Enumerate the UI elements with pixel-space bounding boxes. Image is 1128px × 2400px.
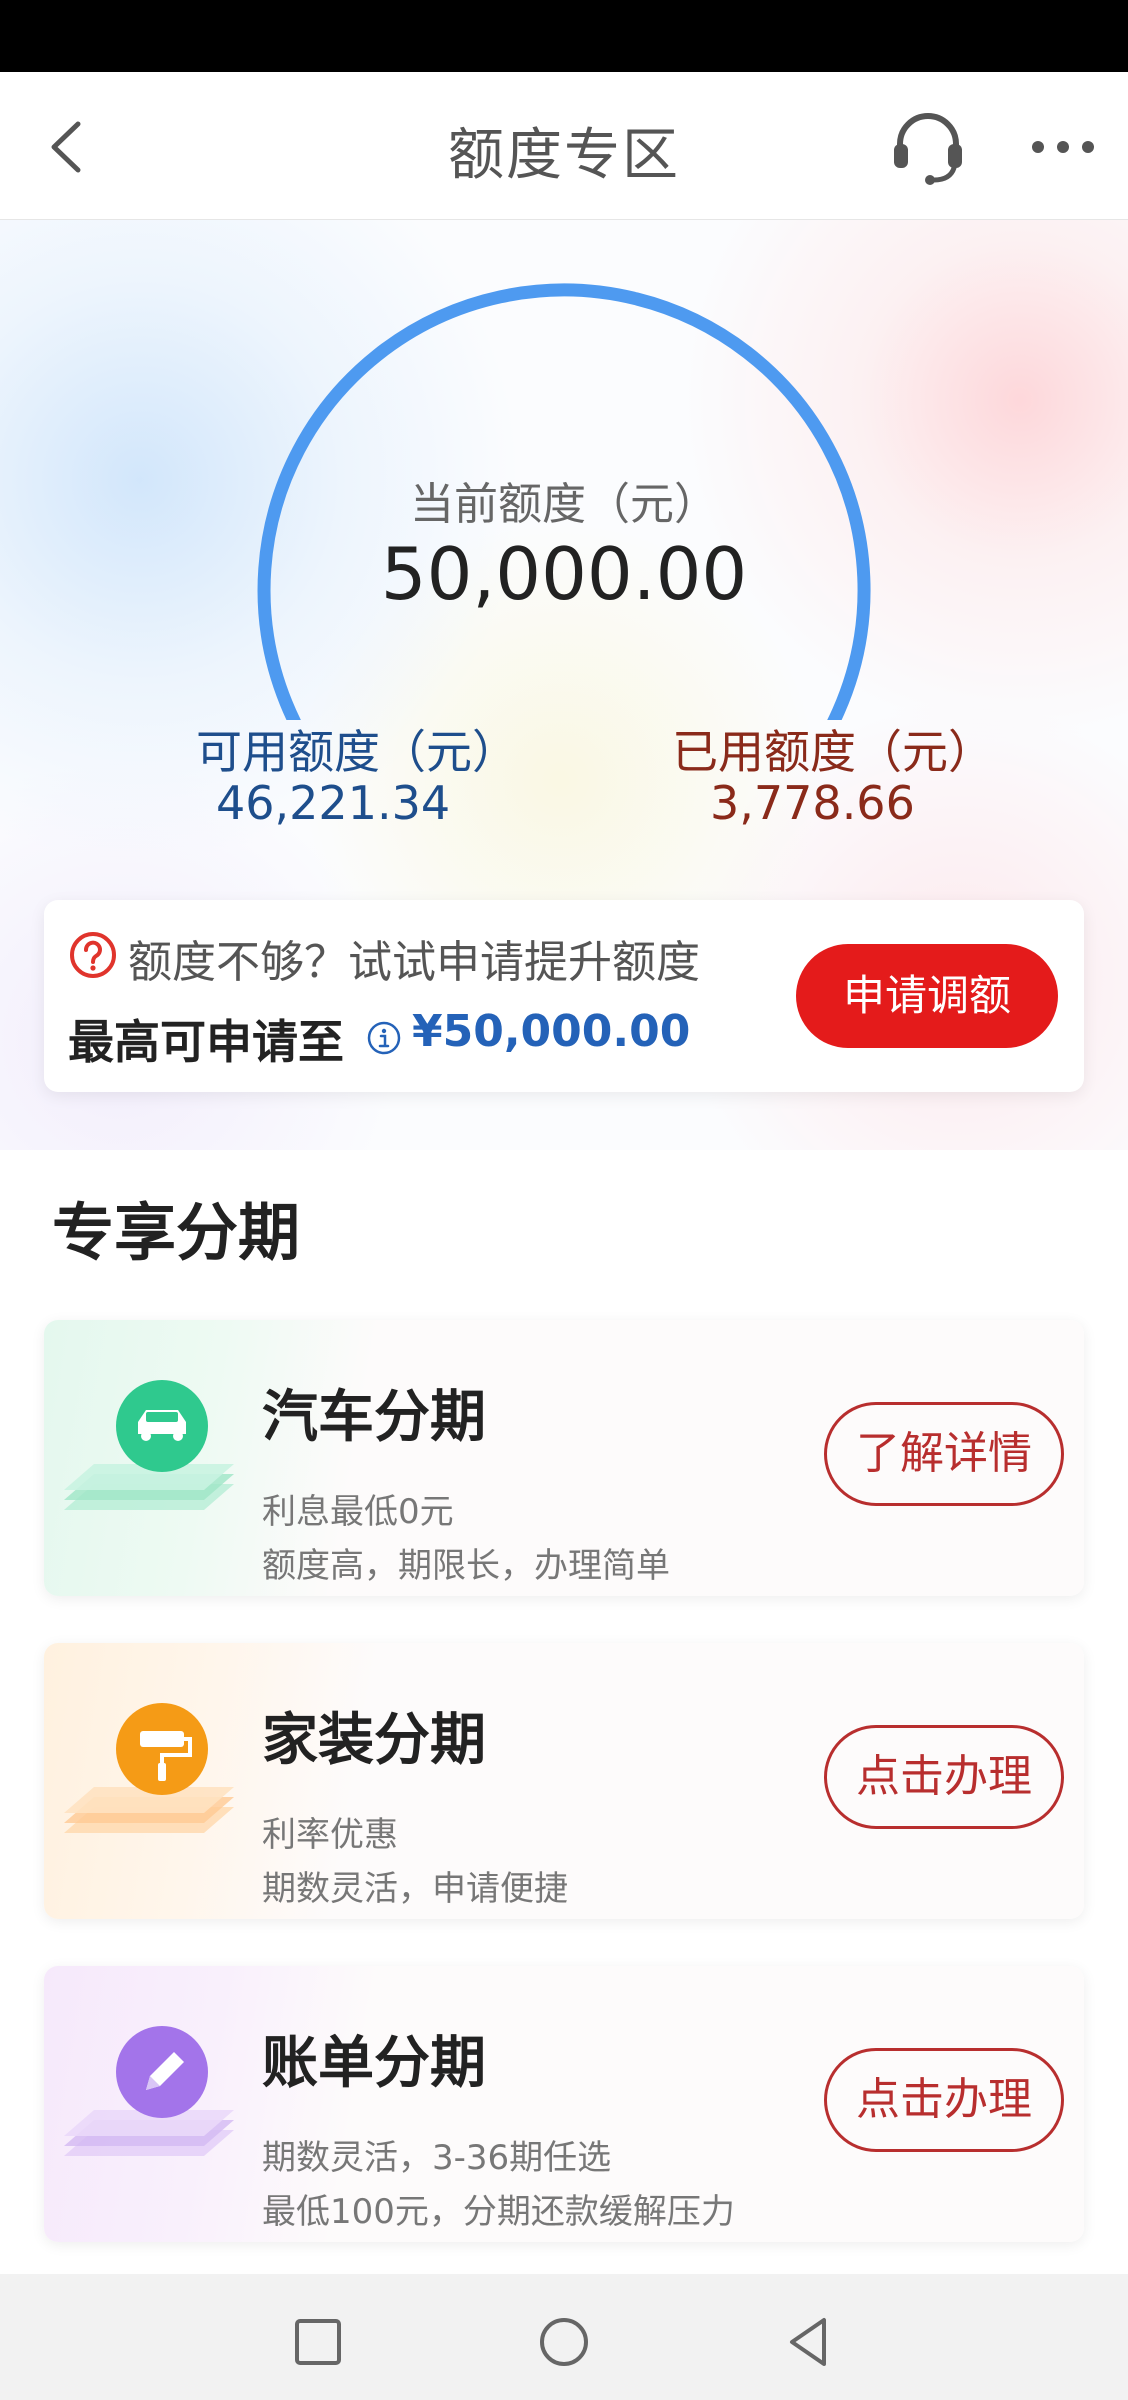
more-button[interactable] bbox=[1028, 122, 1098, 172]
back-nav-button[interactable] bbox=[780, 2312, 840, 2372]
triangle-back-icon bbox=[790, 2318, 826, 2366]
info-icon[interactable] bbox=[366, 1020, 402, 1056]
header: 额度专区 bbox=[0, 72, 1128, 220]
apply-quota-adjust-button[interactable]: 申请调额 bbox=[796, 944, 1058, 1048]
available-quota-value: 46,221.34 bbox=[216, 776, 451, 830]
square-icon bbox=[295, 2319, 341, 2365]
available-quota-label: 可用额度（元） bbox=[196, 725, 518, 779]
system-navigation-bar bbox=[0, 2274, 1128, 2400]
headset-icon bbox=[894, 113, 962, 185]
card-description: 期数灵活，申请便捷 bbox=[262, 1869, 568, 1909]
card-title: 家装分期 bbox=[262, 1708, 486, 1773]
more-horizontal-icon bbox=[1032, 141, 1094, 153]
card-subtitle: 期数灵活，3-36期任选 bbox=[262, 2138, 612, 2178]
recent-apps-button[interactable] bbox=[288, 2312, 348, 2372]
quota-increase-prompt: 额度不够？试试申请提升额度 bbox=[128, 937, 700, 988]
paint-roller-icon bbox=[64, 1703, 234, 1833]
current-quota-value: 50,000.00 bbox=[380, 532, 748, 616]
card-subtitle: 利率优惠 bbox=[262, 1815, 398, 1855]
circle-icon bbox=[540, 2318, 588, 2366]
pencil-icon bbox=[64, 2026, 234, 2156]
apply-now-button[interactable]: 点击办理 bbox=[824, 2048, 1064, 2152]
card-title: 账单分期 bbox=[262, 2031, 486, 2096]
quota-panel: 当前额度（元） 50,000.00 可用额度（元） 46,221.34 已用额度… bbox=[0, 220, 1128, 1150]
installment-card-home[interactable]: 家装分期 利率优惠 期数灵活，申请便捷 点击办理 bbox=[44, 1643, 1084, 1919]
question-icon bbox=[70, 932, 116, 978]
section-title: 专享分期 bbox=[52, 1196, 301, 1269]
card-description: 最低100元，分期还款缓解压力 bbox=[262, 2192, 735, 2232]
home-button[interactable] bbox=[534, 2312, 594, 2372]
card-title: 汽车分期 bbox=[262, 1385, 486, 1450]
used-quota-value: 3,778.66 bbox=[710, 776, 915, 830]
max-apply-label: 最高可申请至 bbox=[68, 1015, 344, 1069]
apply-now-button[interactable]: 点击办理 bbox=[824, 1725, 1064, 1829]
used-quota-label: 已用额度（元） bbox=[672, 725, 994, 779]
installment-card-bill[interactable]: 账单分期 期数灵活，3-36期任选 最低100元，分期还款缓解压力 点击办理 bbox=[44, 1966, 1084, 2242]
card-description: 额度高，期限长，办理简单 bbox=[262, 1546, 670, 1586]
status-bar bbox=[0, 0, 1128, 72]
card-subtitle: 利息最低0元 bbox=[262, 1492, 454, 1532]
installment-card-car[interactable]: 汽车分期 利息最低0元 额度高，期限长，办理简单 了解详情 bbox=[44, 1320, 1084, 1596]
current-quota-label: 当前额度（元） bbox=[410, 479, 718, 530]
quota-increase-card: 额度不够？试试申请提升额度 最高可申请至 ¥50,000.00 申请调额 bbox=[44, 900, 1084, 1092]
car-icon bbox=[64, 1380, 234, 1510]
max-apply-value: ¥50,000.00 bbox=[412, 1006, 691, 1057]
learn-more-button[interactable]: 了解详情 bbox=[824, 1402, 1064, 1506]
customer-service-button[interactable] bbox=[888, 106, 968, 186]
